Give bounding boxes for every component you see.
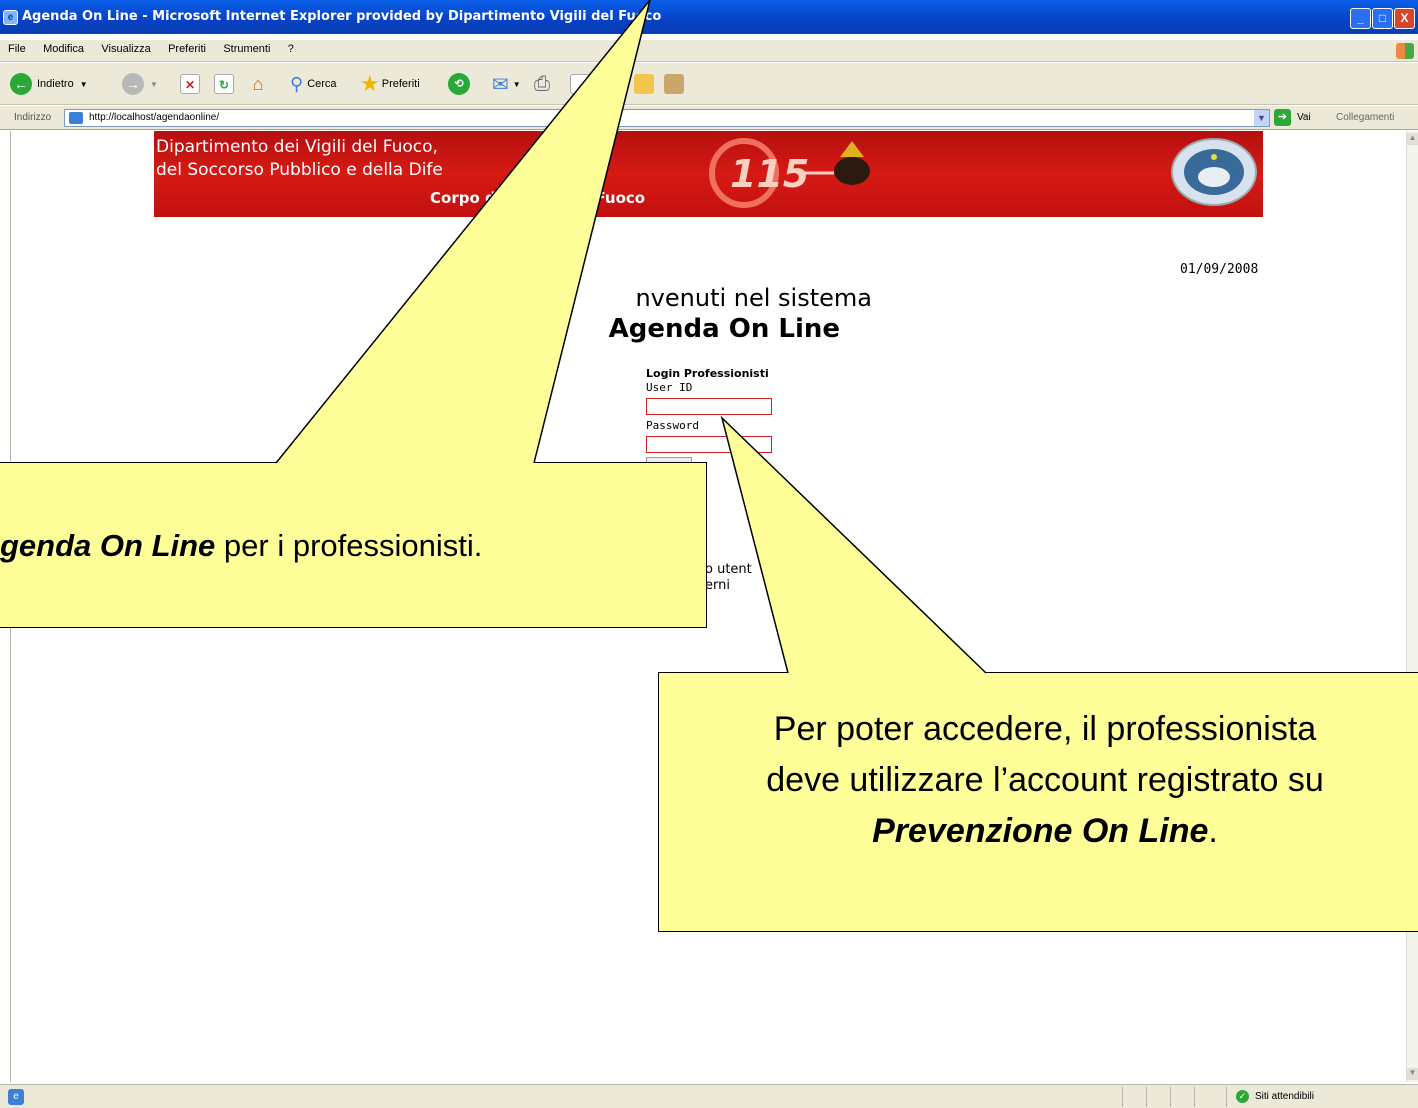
stop-button[interactable]: ✕ bbox=[180, 71, 200, 97]
back-arrow-icon: ← bbox=[10, 73, 32, 95]
banner-line-2: del Soccorso Pubblico e della Dife bbox=[156, 160, 443, 180]
edit-button[interactable] bbox=[570, 71, 590, 97]
page-icon bbox=[69, 112, 83, 124]
address-bar: Indirizzo http://localhost/agendaonline/… bbox=[0, 106, 1418, 130]
messenger-button[interactable] bbox=[664, 71, 684, 97]
welcome-text: nvenuti nel sistema bbox=[635, 284, 872, 312]
folder-button[interactable] bbox=[634, 71, 654, 97]
window-title: Agenda On Line - Microsoft Internet Expl… bbox=[22, 9, 662, 24]
title-bar: e Agenda On Line - Microsoft Internet Ex… bbox=[0, 0, 1418, 34]
security-zone-label: Siti attendibili bbox=[1255, 1091, 1314, 1102]
back-dropdown-icon: ▼ bbox=[79, 79, 88, 89]
header-banner: Dipartimento dei Vigili del Fuoco, del S… bbox=[154, 131, 1263, 217]
ie-icon: e bbox=[3, 10, 18, 25]
forward-arrow-icon: → bbox=[122, 73, 144, 95]
emblem-115-logo: 115 bbox=[709, 138, 870, 208]
callout-1-text: genda On Line per i professionisti. bbox=[0, 528, 700, 564]
search-icon: ⚲ bbox=[290, 73, 304, 94]
forward-button[interactable]: → ▼ bbox=[122, 71, 158, 97]
refresh-button[interactable]: ↻ bbox=[214, 71, 234, 97]
callout-2-emphasis: Prevenzione On Line bbox=[872, 812, 1209, 850]
status-bar: e ✓ Siti attendibili bbox=[0, 1084, 1418, 1108]
mail-button[interactable]: ✉ ▼ bbox=[492, 71, 521, 97]
go-button[interactable]: ➔ Vai bbox=[1274, 109, 1311, 126]
url-text: http://localhost/agendaonline/ bbox=[89, 112, 220, 123]
menu-strumenti[interactable]: Strumenti bbox=[215, 40, 276, 55]
callout-2-line-2: deve utilizzare l’account registrato su bbox=[766, 761, 1324, 799]
callout-2-text: Per poter accedere, il professionista de… bbox=[680, 704, 1410, 857]
url-input[interactable]: http://localhost/agendaonline/ ▼ bbox=[64, 109, 1270, 127]
userid-input[interactable] bbox=[646, 398, 772, 415]
go-label: Vai bbox=[1297, 112, 1311, 123]
callout-2-line-1: Per poter accedere, il professionista bbox=[773, 710, 1317, 748]
status-divider bbox=[1170, 1087, 1171, 1107]
search-label: Cerca bbox=[307, 78, 337, 90]
print-icon: ⎙ bbox=[534, 72, 550, 95]
page-status-icon: e bbox=[8, 1089, 24, 1105]
history-icon: ⟲ bbox=[448, 73, 470, 95]
go-arrow-icon: ➔ bbox=[1274, 109, 1291, 126]
folder-icon bbox=[634, 74, 654, 94]
userid-label: User ID bbox=[646, 381, 693, 394]
maximize-button[interactable]: □ bbox=[1372, 8, 1393, 29]
status-divider bbox=[1194, 1087, 1195, 1107]
password-label: Password bbox=[646, 419, 699, 432]
windows-logo-icon bbox=[1396, 43, 1414, 59]
back-label: Indietro bbox=[37, 78, 74, 90]
refresh-icon: ↻ bbox=[214, 74, 234, 94]
edit-icon bbox=[570, 74, 590, 94]
emblem-number: 115 bbox=[730, 152, 809, 196]
close-button[interactable]: X bbox=[1394, 8, 1415, 29]
menu-visualizza[interactable]: Visualizza bbox=[93, 40, 156, 55]
menu-modifica[interactable]: Modifica bbox=[35, 40, 90, 55]
vertical-scrollbar[interactable]: ▲ ▼ bbox=[1406, 131, 1418, 1082]
mail-dropdown-icon: ▼ bbox=[512, 79, 521, 89]
callout-1-emphasis: genda On Line bbox=[0, 528, 216, 563]
system-name: Agenda On Line bbox=[608, 314, 840, 344]
menu-bar: File Modifica Visualizza Preferiti Strum… bbox=[0, 40, 1418, 62]
menu-file[interactable]: File bbox=[0, 40, 32, 55]
home-button[interactable]: ⌂ bbox=[248, 71, 268, 97]
research-icon bbox=[664, 74, 684, 94]
star-icon: ★ bbox=[360, 71, 380, 96]
status-divider bbox=[1226, 1087, 1227, 1107]
callout-2-end: . bbox=[1208, 812, 1218, 850]
password-input[interactable] bbox=[646, 436, 772, 453]
banner-line-1: Dipartimento dei Vigili del Fuoco, bbox=[156, 137, 438, 157]
forward-dropdown-icon: ▼ bbox=[150, 79, 158, 89]
stop-icon: ✕ bbox=[180, 74, 200, 94]
history-button[interactable]: ⟲ bbox=[448, 71, 470, 97]
scroll-down-icon[interactable]: ▼ bbox=[1407, 1068, 1418, 1080]
current-date: 01/09/2008 bbox=[1180, 262, 1259, 277]
url-dropdown-icon[interactable]: ▼ bbox=[1254, 110, 1269, 126]
mail-icon: ✉ bbox=[492, 73, 509, 96]
search-button[interactable]: ⚲ Cerca bbox=[290, 71, 337, 97]
security-zone[interactable]: ✓ Siti attendibili bbox=[1236, 1090, 1314, 1103]
toolbar: ← Indietro ▼ → ▼ ✕ ↻ ⌂ ⚲ Cerca ★ Preferi… bbox=[0, 63, 1418, 105]
login-title: Login Professionisti bbox=[646, 367, 769, 380]
home-icon: ⌂ bbox=[252, 74, 264, 94]
favorites-button[interactable]: ★ Preferiti bbox=[360, 71, 420, 97]
back-button[interactable]: ← Indietro ▼ bbox=[10, 71, 88, 97]
callout-1-body: per i professionisti. bbox=[215, 528, 483, 563]
internal-users-link-fragment[interactable]: erni bbox=[705, 578, 730, 593]
status-divider bbox=[1122, 1087, 1123, 1107]
minimize-button[interactable]: _ bbox=[1350, 8, 1371, 29]
menu-preferiti[interactable]: Preferiti bbox=[160, 40, 212, 55]
new-user-link-fragment[interactable]: o utent bbox=[705, 562, 752, 577]
favorites-label: Preferiti bbox=[381, 78, 420, 90]
checkmark-icon: ✓ bbox=[1236, 1090, 1249, 1103]
banner-line-3: Corpo dei Vigili del Fuoco bbox=[430, 189, 646, 207]
scroll-up-icon[interactable]: ▲ bbox=[1407, 133, 1418, 145]
links-toolbar[interactable]: Collegamenti bbox=[1336, 112, 1394, 123]
menu-help[interactable]: ? bbox=[280, 40, 300, 55]
address-label: Indirizzo bbox=[14, 112, 52, 123]
print-button[interactable]: ⎙ bbox=[534, 71, 550, 97]
ministry-seal-icon bbox=[1171, 138, 1257, 206]
status-divider bbox=[1146, 1087, 1147, 1107]
